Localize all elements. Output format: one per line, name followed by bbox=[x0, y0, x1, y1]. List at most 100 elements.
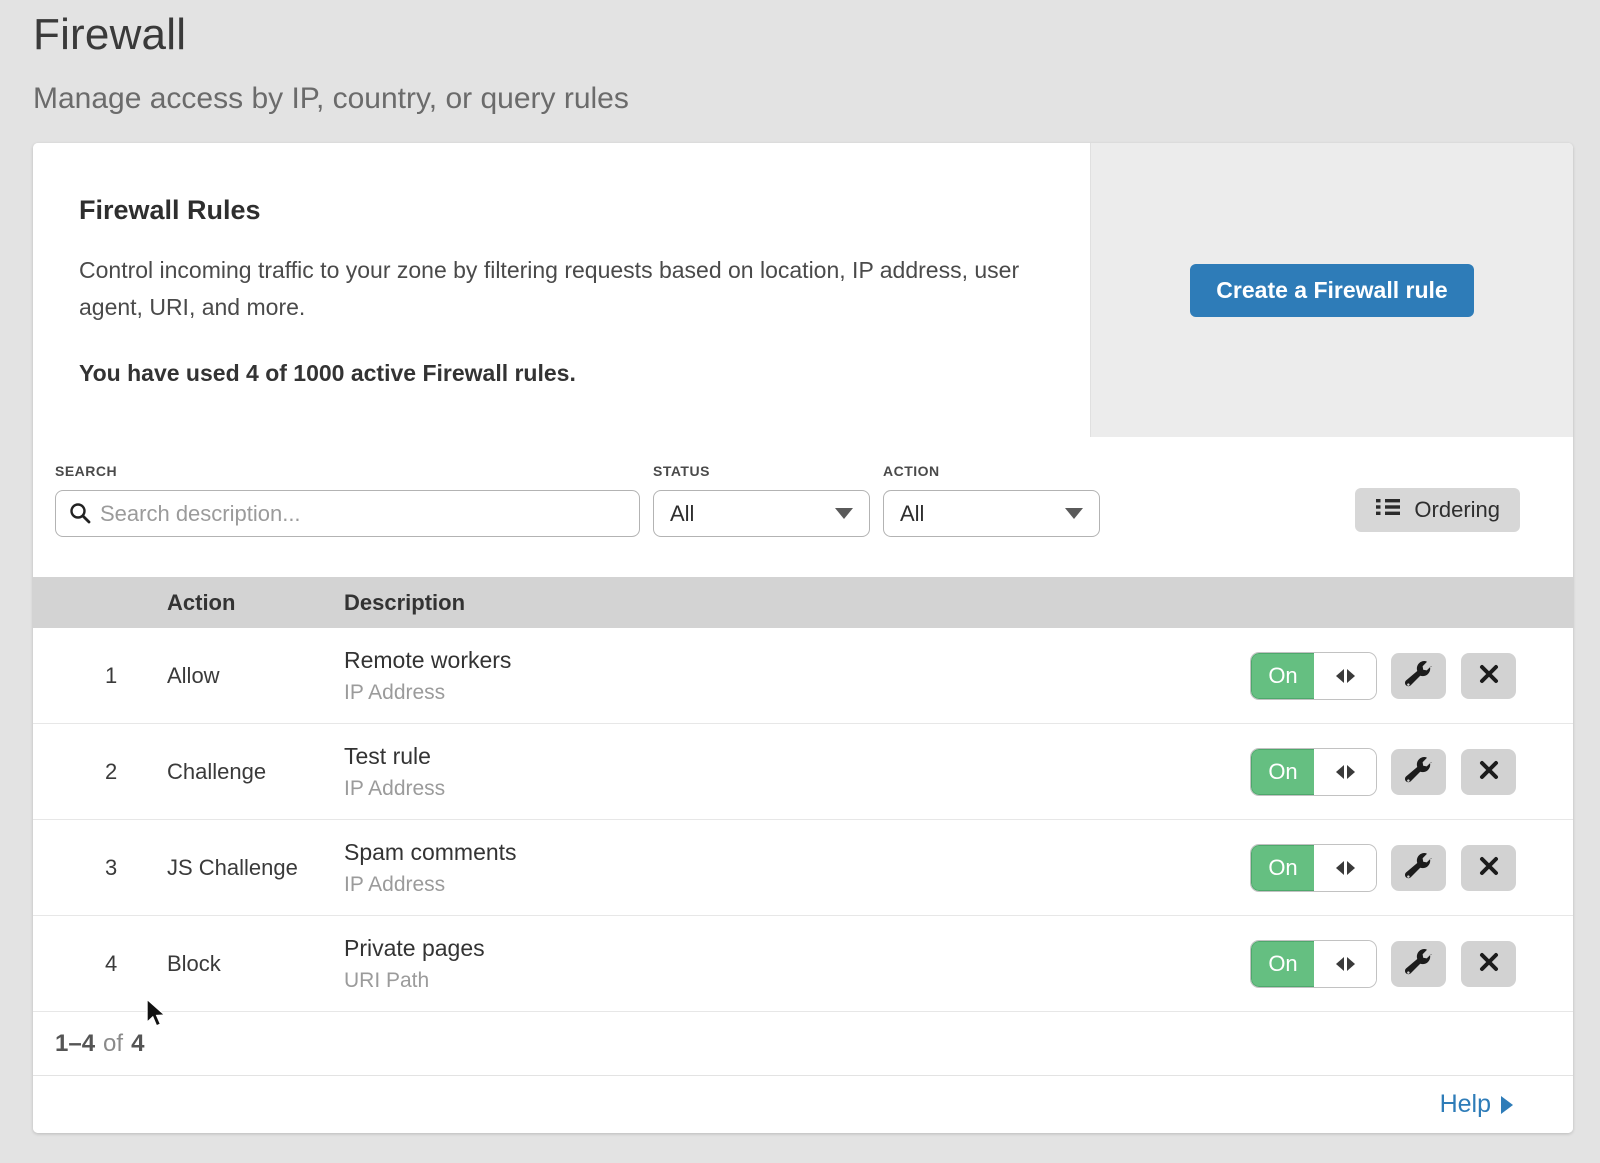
rules-intro-section: Firewall Rules Control incoming traffic … bbox=[33, 143, 1573, 437]
rule-description-cell: Spam comments IP Address bbox=[344, 839, 1213, 897]
rule-match-type: URI Path bbox=[344, 969, 1213, 993]
toggle-on-label[interactable]: On bbox=[1251, 941, 1314, 987]
edit-rule-button[interactable] bbox=[1391, 941, 1446, 987]
rule-controls: On bbox=[1213, 941, 1573, 987]
toggle-drag-handle[interactable] bbox=[1314, 941, 1376, 987]
rules-intro-text: Firewall Rules Control incoming traffic … bbox=[33, 143, 1090, 437]
table-header: Action Description bbox=[33, 577, 1573, 628]
arrow-left-icon bbox=[1336, 861, 1344, 875]
rule-enabled-toggle[interactable]: On bbox=[1251, 749, 1376, 795]
rule-priority: 2 bbox=[33, 759, 167, 785]
status-label: STATUS bbox=[653, 463, 870, 479]
delete-rule-button[interactable] bbox=[1461, 653, 1516, 699]
rule-enabled-toggle[interactable]: On bbox=[1251, 941, 1376, 987]
rules-usage-text: You have used 4 of 1000 active Firewall … bbox=[79, 360, 1030, 387]
toggle-drag-handle[interactable] bbox=[1314, 653, 1376, 699]
x-icon bbox=[1476, 853, 1502, 882]
edit-rule-button[interactable] bbox=[1391, 845, 1446, 891]
table-row: 3 JS Challenge Spam comments IP Address … bbox=[33, 820, 1573, 916]
pagination-range: 1–4 bbox=[55, 1030, 95, 1058]
table-row: 1 Allow Remote workers IP Address On bbox=[33, 628, 1573, 724]
rule-description: Remote workers bbox=[344, 647, 1213, 674]
rule-action: Block bbox=[167, 951, 344, 977]
wrench-icon bbox=[1405, 853, 1432, 883]
table-row: 4 Block Private pages URI Path On bbox=[33, 916, 1573, 1012]
edit-rule-button[interactable] bbox=[1391, 749, 1446, 795]
action-filter-group: ACTION All bbox=[883, 463, 1100, 537]
search-label: SEARCH bbox=[55, 463, 640, 479]
arrow-right-icon bbox=[1501, 1096, 1513, 1114]
rule-description: Private pages bbox=[344, 935, 1213, 962]
edit-rule-button[interactable] bbox=[1391, 653, 1446, 699]
status-select-value: All bbox=[670, 501, 694, 527]
arrow-left-icon bbox=[1336, 957, 1344, 971]
arrow-right-icon bbox=[1347, 669, 1355, 683]
search-input[interactable] bbox=[55, 490, 640, 537]
arrow-right-icon bbox=[1347, 861, 1355, 875]
ordering-button-label: Ordering bbox=[1414, 497, 1500, 523]
wrench-icon bbox=[1405, 949, 1432, 979]
toggle-drag-handle[interactable] bbox=[1314, 749, 1376, 795]
ordering-button[interactable]: Ordering bbox=[1355, 488, 1520, 532]
arrow-right-icon bbox=[1347, 765, 1355, 779]
search-icon bbox=[68, 501, 93, 531]
rule-description: Spam comments bbox=[344, 839, 1213, 866]
create-firewall-rule-button[interactable]: Create a Firewall rule bbox=[1190, 264, 1473, 317]
action-label: ACTION bbox=[883, 463, 1100, 479]
rule-action: Challenge bbox=[167, 759, 344, 785]
delete-rule-button[interactable] bbox=[1461, 845, 1516, 891]
ordering-wrap: Ordering bbox=[1355, 463, 1520, 532]
action-select[interactable]: All bbox=[883, 490, 1100, 537]
toggle-drag-handle[interactable] bbox=[1314, 845, 1376, 891]
help-link[interactable]: Help bbox=[1440, 1090, 1513, 1119]
list-icon bbox=[1375, 495, 1401, 525]
toggle-on-label[interactable]: On bbox=[1251, 749, 1314, 795]
rule-controls: On bbox=[1213, 749, 1573, 795]
rule-controls: On bbox=[1213, 845, 1573, 891]
x-icon bbox=[1476, 757, 1502, 786]
create-rule-panel: Create a Firewall rule bbox=[1090, 143, 1573, 437]
rule-description-cell: Private pages URI Path bbox=[344, 935, 1213, 993]
delete-rule-button[interactable] bbox=[1461, 941, 1516, 987]
rule-action: JS Challenge bbox=[167, 855, 344, 881]
rule-description-cell: Remote workers IP Address bbox=[344, 647, 1213, 705]
rule-enabled-toggle[interactable]: On bbox=[1251, 653, 1376, 699]
rules-card-title: Firewall Rules bbox=[79, 195, 1030, 226]
rule-match-type: IP Address bbox=[344, 777, 1213, 801]
chevron-down-icon bbox=[835, 508, 853, 519]
search-field-wrap bbox=[55, 490, 640, 537]
delete-rule-button[interactable] bbox=[1461, 749, 1516, 795]
action-column-header: Action bbox=[167, 590, 344, 616]
rule-priority: 4 bbox=[33, 951, 167, 977]
arrow-right-icon bbox=[1347, 957, 1355, 971]
help-link-label: Help bbox=[1440, 1090, 1491, 1119]
x-icon bbox=[1476, 949, 1502, 978]
action-select-value: All bbox=[900, 501, 924, 527]
rule-action: Allow bbox=[167, 663, 344, 689]
pagination-total: 4 bbox=[131, 1030, 144, 1058]
help-row: Help bbox=[33, 1075, 1573, 1133]
page-subtitle: Manage access by IP, country, or query r… bbox=[33, 82, 1600, 116]
page-title: Firewall bbox=[33, 10, 1600, 60]
page-header: Firewall Manage access by IP, country, o… bbox=[0, 0, 1600, 116]
status-filter-group: STATUS All bbox=[653, 463, 870, 537]
rule-enabled-toggle[interactable]: On bbox=[1251, 845, 1376, 891]
pagination-bar: 1–4 of 4 bbox=[33, 1012, 1573, 1075]
chevron-down-icon bbox=[1065, 508, 1083, 519]
firewall-rules-card: Firewall Rules Control incoming traffic … bbox=[33, 143, 1573, 1133]
status-select[interactable]: All bbox=[653, 490, 870, 537]
rule-match-type: IP Address bbox=[344, 681, 1213, 705]
pagination-of-label: of bbox=[103, 1030, 123, 1058]
search-filter-group: SEARCH bbox=[55, 463, 640, 537]
table-row: 2 Challenge Test rule IP Address On bbox=[33, 724, 1573, 820]
toggle-on-label[interactable]: On bbox=[1251, 653, 1314, 699]
wrench-icon bbox=[1405, 661, 1432, 691]
rule-controls: On bbox=[1213, 653, 1573, 699]
x-icon bbox=[1476, 661, 1502, 690]
toggle-on-label[interactable]: On bbox=[1251, 845, 1314, 891]
description-column-header: Description bbox=[344, 590, 1213, 616]
filters-bar: SEARCH STATUS All ACTION All bbox=[33, 437, 1573, 577]
arrow-left-icon bbox=[1336, 765, 1344, 779]
rule-priority: 3 bbox=[33, 855, 167, 881]
wrench-icon bbox=[1405, 757, 1432, 787]
